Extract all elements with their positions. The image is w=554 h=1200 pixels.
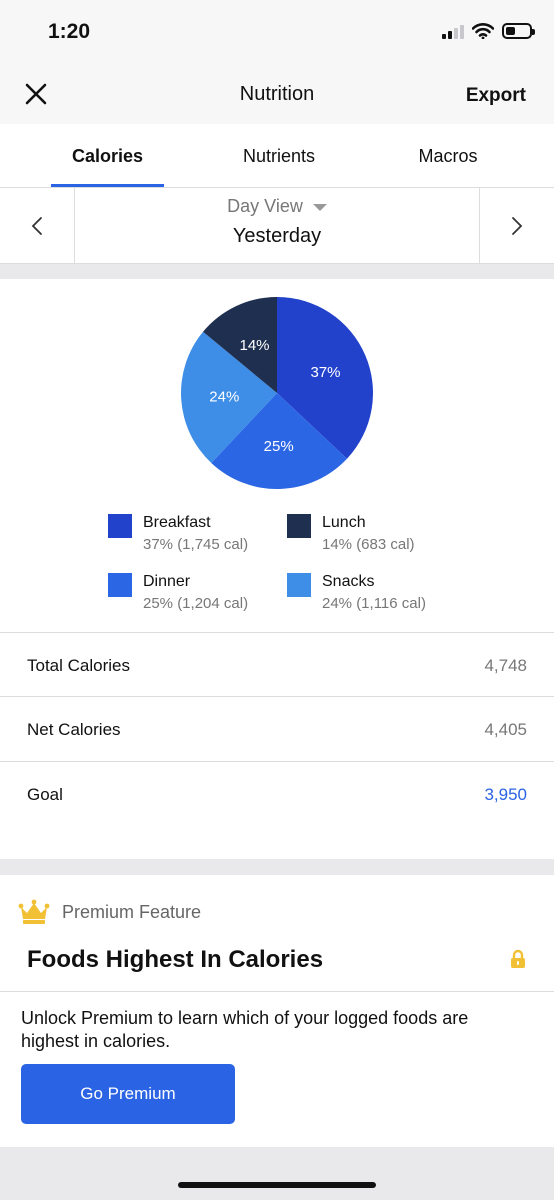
legend-detail: 14% (683 cal) [322, 536, 415, 553]
next-day-button[interactable] [479, 188, 554, 263]
day-selector: Day View Yesterday [0, 188, 554, 264]
caret-down-icon [312, 203, 327, 211]
premium-feature-card: Premium Feature Foods Highest In Calorie… [0, 875, 554, 1147]
day-view-dropdown[interactable]: Day View [75, 196, 479, 217]
go-premium-button[interactable]: Go Premium [21, 1064, 235, 1124]
day-view-label: Day View [227, 196, 303, 216]
pie-label-breakfast: 37% [310, 364, 340, 381]
legend-item-breakfast: Breakfast 37% (1,745 cal) [108, 514, 308, 564]
goal-row: Goal 3,950 [0, 761, 554, 826]
legend-swatch [108, 514, 132, 538]
selected-day: Yesterday [232, 225, 322, 247]
legend-detail: 25% (1,204 cal) [143, 595, 249, 612]
total-calories-row: Total Calories 4,748 [0, 632, 554, 697]
divider [0, 991, 554, 992]
legend-name: Dinner [143, 573, 191, 590]
legend-swatch [108, 573, 132, 597]
legend-name: Lunch [322, 514, 366, 531]
premium-feature-tag: Premium Feature [62, 902, 202, 922]
net-calories-row: Net Calories 4,405 [0, 696, 554, 761]
legend-detail: 24% (1,116 cal) [322, 595, 426, 612]
active-tab-indicator [51, 184, 164, 187]
previous-day-button[interactable] [0, 188, 75, 263]
export-button[interactable]: Export [466, 85, 526, 107]
pie-label-dinner: 25% [264, 438, 294, 455]
lock-icon [511, 949, 525, 968]
legend-item-dinner: Dinner 25% (1,204 cal) [108, 573, 308, 623]
goal-value: 3,950 [484, 785, 527, 804]
legend-swatch [287, 514, 311, 538]
tab-calories[interactable]: Calories [51, 146, 164, 167]
tab-macros[interactable]: Macros [392, 146, 504, 167]
battery-icon [502, 23, 535, 39]
premium-description: Unlock Premium to learn which of your lo… [21, 1008, 469, 1051]
status-time: 1:20 [48, 20, 91, 43]
nav-bar: Nutrition Export [0, 66, 554, 124]
net-calories-value: 4,405 [484, 720, 527, 739]
status-bar: 1:20 [0, 0, 554, 66]
calories-chart-card: 37% 25% 24% 14% Breakfast 37% (1,745 cal) L… [0, 279, 554, 859]
legend-item-snacks: Snacks 24% (1,116 cal) [287, 573, 487, 623]
legend-swatch [287, 573, 311, 597]
total-calories-label: Total Calories [27, 656, 130, 675]
crown-icon [18, 899, 50, 924]
cellular-signal-icon [442, 23, 464, 39]
legend-item-lunch: Lunch 14% (683 cal) [287, 514, 487, 564]
legend-name: Breakfast [143, 514, 211, 531]
wifi-icon [472, 23, 494, 39]
goal-label: Goal [27, 785, 63, 804]
chevron-left-icon [31, 216, 42, 235]
net-calories-label: Net Calories [27, 720, 121, 739]
tab-nutrients[interactable]: Nutrients [222, 146, 336, 167]
total-calories-value: 4,748 [484, 656, 527, 675]
calories-pie-chart: 37% 25% 24% 14% [181, 297, 373, 489]
pie-label-lunch: 14% [240, 337, 270, 354]
tab-bar: Calories Nutrients Macros [0, 124, 554, 188]
status-icons [442, 23, 535, 39]
home-indicator [178, 1182, 376, 1188]
premium-feature-title: Foods Highest In Calories [27, 946, 324, 973]
legend-name: Snacks [322, 573, 375, 590]
chevron-right-icon [512, 216, 523, 235]
legend-detail: 37% (1,745 cal) [143, 536, 249, 553]
pie-label-snacks: 24% [209, 388, 239, 405]
